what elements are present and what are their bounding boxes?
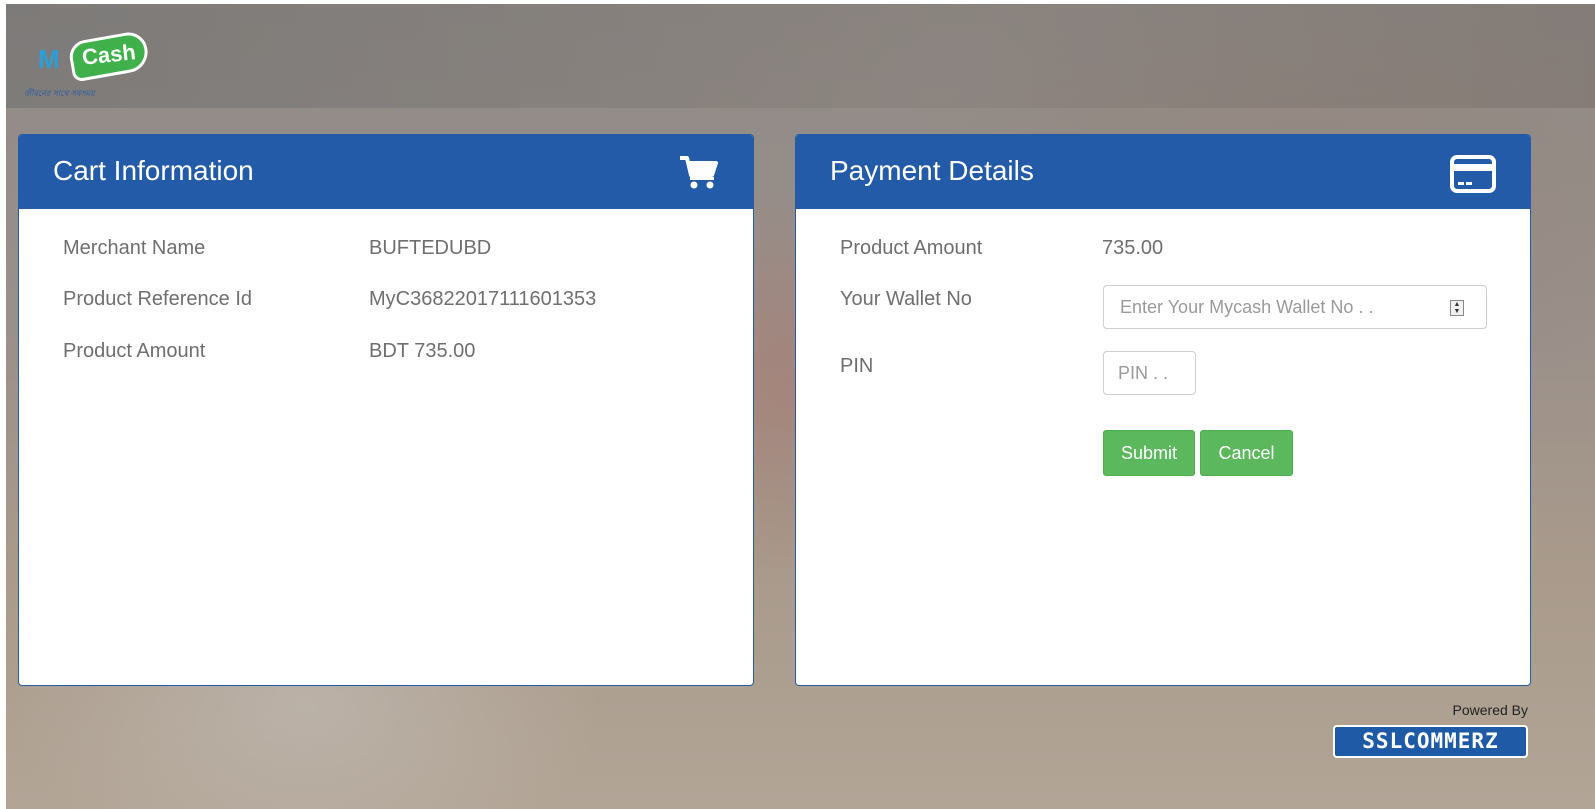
merchant-name-value: BUFTEDUBD — [369, 237, 492, 259]
cart-information-panel: Cart Information Merchant Name BUFTEDUBD… — [18, 134, 754, 686]
shopping-cart-icon — [679, 155, 719, 194]
wallet-no-input[interactable] — [1103, 285, 1487, 329]
product-reference-value: MyC36822017111601353 — [369, 288, 597, 310]
submit-button[interactable]: Submit — [1103, 430, 1195, 476]
wallet-no-label: Your Wallet No — [840, 288, 972, 310]
payment-amount-label: Product Amount — [840, 237, 983, 259]
payment-amount-value: 735.00 — [1102, 237, 1164, 259]
logo-m: M — [38, 44, 60, 74]
mycash-logo: M Cash জীবনের সাথে সবসময় — [22, 26, 162, 110]
merchant-name-label: Merchant Name — [63, 237, 206, 259]
cancel-button[interactable]: Cancel — [1200, 430, 1293, 476]
sslcommerz-logo: SSLCOMMERZ — [1333, 725, 1528, 758]
payment-details-panel: Payment Details Product Amount 735.00 Yo… — [795, 134, 1531, 686]
product-amount-label: Product Amount — [63, 340, 206, 362]
product-amount-value: BDT 735.00 — [369, 340, 476, 362]
product-reference-label: Product Reference Id — [63, 288, 252, 310]
credit-card-icon — [1450, 155, 1496, 198]
wallet-spinner-icon[interactable]: ▲ ▼ — [1450, 300, 1464, 316]
cart-panel-header: Cart Information — [19, 135, 753, 209]
powered-by-label: Powered By — [1452, 702, 1528, 718]
payment-panel-header: Payment Details — [796, 135, 1530, 209]
top-bar: M Cash জীবনের সাথে সবসময় — [6, 4, 1595, 108]
pin-input[interactable] — [1103, 351, 1196, 395]
cart-panel-title: Cart Information — [53, 155, 254, 186]
payment-panel-title: Payment Details — [830, 155, 1034, 186]
pin-label: PIN — [840, 355, 874, 377]
logo-tagline: জীবনের সাথে সবসময় — [24, 89, 95, 98]
